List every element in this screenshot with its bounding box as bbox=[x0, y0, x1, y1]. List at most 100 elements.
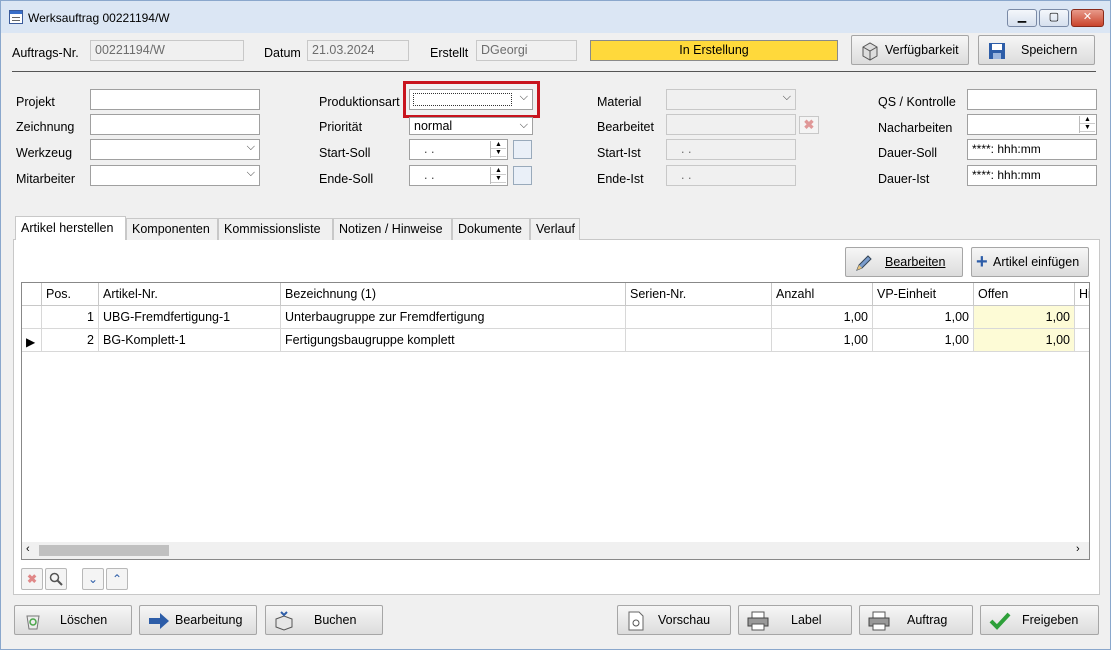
nacharbeiten-field[interactable]: ▲ ▼ bbox=[967, 114, 1097, 135]
scroll-thumb[interactable] bbox=[39, 545, 169, 556]
material-select[interactable]: ⌵ bbox=[666, 89, 796, 110]
cell-pos[interactable]: 2 bbox=[42, 329, 99, 352]
datum-field[interactable]: 21.03.2024 bbox=[307, 40, 409, 61]
dauer-ist-label: Dauer-Ist bbox=[878, 172, 930, 186]
prioritaet-select[interactable]: normal ⌵ bbox=[409, 117, 533, 135]
move-up-icon[interactable]: ⌃ bbox=[106, 568, 128, 590]
erstellt-field[interactable]: DGeorgi bbox=[476, 40, 577, 61]
chevron-down-icon: ⌵ bbox=[519, 91, 528, 103]
delete-row-icon[interactable]: ✖ bbox=[21, 568, 43, 590]
artikel-table[interactable]: Pos. Artikel-Nr. Bezeichnung (1) Serien-… bbox=[21, 282, 1090, 560]
nacharbeiten-spinner[interactable]: ▲ ▼ bbox=[1079, 116, 1095, 133]
ende-soll-field[interactable]: . . ▲ ▼ bbox=[409, 165, 508, 186]
ende-ist-field[interactable]: . . bbox=[666, 165, 796, 186]
header-divider bbox=[12, 71, 1096, 72]
row-marker bbox=[22, 306, 42, 329]
start-soll-field[interactable]: . . ▲ ▼ bbox=[409, 139, 508, 160]
ende-soll-spinner[interactable]: ▲ ▼ bbox=[490, 167, 506, 184]
cell-anzahl[interactable]: 1,00 bbox=[772, 306, 873, 329]
cell-bezeichnung[interactable]: Fertigungsbaugruppe komplett bbox=[281, 329, 626, 352]
zeichnung-field[interactable] bbox=[90, 114, 260, 135]
pencil-icon bbox=[854, 253, 874, 273]
bearbeitung-button[interactable]: Bearbeitung bbox=[139, 605, 257, 635]
speichern-button[interactable]: Speichern bbox=[978, 35, 1095, 65]
tab-notizen[interactable]: Notizen / Hinweise bbox=[333, 218, 452, 240]
vorschau-button[interactable]: Vorschau bbox=[617, 605, 731, 635]
produktionsart-select[interactable]: ⌵ bbox=[409, 89, 533, 110]
box-icon bbox=[860, 41, 880, 61]
cell-serien-nr[interactable] bbox=[626, 306, 772, 329]
cell-pos[interactable]: 1 bbox=[42, 306, 99, 329]
dauer-ist-field[interactable]: ****: hhh:mm bbox=[967, 165, 1097, 186]
start-ist-value: . . bbox=[681, 142, 692, 156]
loeschen-button[interactable]: Löschen bbox=[14, 605, 132, 635]
cell-serien-nr[interactable] bbox=[626, 329, 772, 352]
cell-hi[interactable] bbox=[1075, 306, 1089, 329]
artikel-einfuegen-button[interactable]: + Artikel einfügen bbox=[971, 247, 1089, 277]
app-icon bbox=[9, 10, 23, 24]
arrow-right-icon bbox=[148, 611, 169, 631]
close-button[interactable]: ✕ bbox=[1071, 9, 1104, 27]
auftrags-nr-field[interactable]: 00221194/W bbox=[90, 40, 244, 61]
column-header-vp-einheit[interactable]: VP-Einheit bbox=[873, 283, 974, 306]
tab-artikel-herstellen[interactable]: Artikel herstellen bbox=[15, 216, 126, 240]
artikel-einfuegen-label: Artikel einfügen bbox=[993, 255, 1080, 269]
werkzeug-select[interactable]: ⌵ bbox=[90, 139, 260, 160]
werkzeug-label: Werkzeug bbox=[16, 146, 73, 160]
cell-offen[interactable]: 1,00 bbox=[974, 306, 1075, 329]
material-label: Material bbox=[597, 95, 642, 109]
scroll-left-icon[interactable]: ‹ bbox=[26, 543, 30, 555]
scroll-right-icon[interactable]: › bbox=[1076, 543, 1080, 555]
verfuegbarkeit-button[interactable]: Verfügbarkeit bbox=[851, 35, 969, 65]
cell-anzahl[interactable]: 1,00 bbox=[772, 329, 873, 352]
cell-artikel-nr[interactable]: BG-Komplett-1 bbox=[99, 329, 281, 352]
dauer-soll-field[interactable]: ****: hhh:mm bbox=[967, 139, 1097, 160]
tab-verlauf[interactable]: Verlauf bbox=[530, 218, 580, 240]
focus-rect bbox=[413, 93, 512, 106]
column-header-offen[interactable]: Offen bbox=[974, 283, 1075, 306]
cell-offen[interactable]: 1,00 bbox=[974, 329, 1075, 352]
tab-komponenten[interactable]: Komponenten bbox=[126, 218, 218, 240]
label-button[interactable]: Label bbox=[738, 605, 852, 635]
produktionsart-label: Produktionsart bbox=[319, 95, 400, 109]
start-ist-field[interactable]: . . bbox=[666, 139, 796, 160]
zeichnung-label: Zeichnung bbox=[16, 120, 75, 134]
auftrag-button[interactable]: Auftrag bbox=[859, 605, 973, 635]
start-soll-spinner[interactable]: ▲ ▼ bbox=[490, 141, 506, 158]
calendar-icon[interactable] bbox=[513, 140, 532, 159]
column-header-bezeichnung[interactable]: Bezeichnung (1) bbox=[281, 283, 626, 306]
freigeben-button[interactable]: Freigeben bbox=[980, 605, 1099, 635]
start-ist-label: Start-Ist bbox=[597, 146, 641, 160]
cell-bezeichnung[interactable]: Unterbaugruppe zur Fremdfertigung bbox=[281, 306, 626, 329]
auftrags-nr-label: Auftrags-Nr. bbox=[12, 46, 79, 60]
column-header-anzahl[interactable]: Anzahl bbox=[772, 283, 873, 306]
clear-icon[interactable]: ✖ bbox=[799, 116, 819, 134]
column-header-artikel-nr[interactable]: Artikel-Nr. bbox=[99, 283, 281, 306]
qs-field[interactable] bbox=[967, 89, 1097, 110]
move-down-icon[interactable]: ⌄ bbox=[82, 568, 104, 590]
tab-kommissionsliste[interactable]: Kommissionsliste bbox=[218, 218, 333, 240]
loeschen-label: Löschen bbox=[60, 613, 108, 627]
label-label: Label bbox=[791, 613, 822, 627]
bearbeitet-field[interactable] bbox=[666, 114, 796, 135]
horizontal-scrollbar[interactable]: ‹ › bbox=[22, 542, 1089, 559]
minimize-button[interactable]: ▁ bbox=[1007, 9, 1037, 27]
cell-hi[interactable] bbox=[1075, 329, 1089, 352]
mitarbeiter-select[interactable]: ⌵ bbox=[90, 165, 260, 186]
datum-label: Datum bbox=[264, 46, 301, 60]
bearbeitung-label: Bearbeitung bbox=[175, 613, 243, 627]
cell-vp-einheit[interactable]: 1,00 bbox=[873, 306, 974, 329]
buchen-button[interactable]: Buchen bbox=[265, 605, 383, 635]
cell-artikel-nr[interactable]: UBG-Fremdfertigung-1 bbox=[99, 306, 281, 329]
cell-vp-einheit[interactable]: 1,00 bbox=[873, 329, 974, 352]
maximize-button[interactable]: ▢ bbox=[1039, 9, 1069, 27]
bearbeiten-button[interactable]: Bearbeiten bbox=[845, 247, 963, 277]
column-header-hi[interactable]: Hi bbox=[1075, 283, 1089, 306]
tab-dokumente[interactable]: Dokumente bbox=[452, 218, 530, 240]
column-header-serien-nr[interactable]: Serien-Nr. bbox=[626, 283, 772, 306]
column-header-pos[interactable]: Pos. bbox=[42, 283, 99, 306]
row-marker: ▶ bbox=[22, 329, 42, 352]
search-icon[interactable] bbox=[45, 568, 67, 590]
projekt-field[interactable] bbox=[90, 89, 260, 110]
calendar-icon[interactable] bbox=[513, 166, 532, 185]
